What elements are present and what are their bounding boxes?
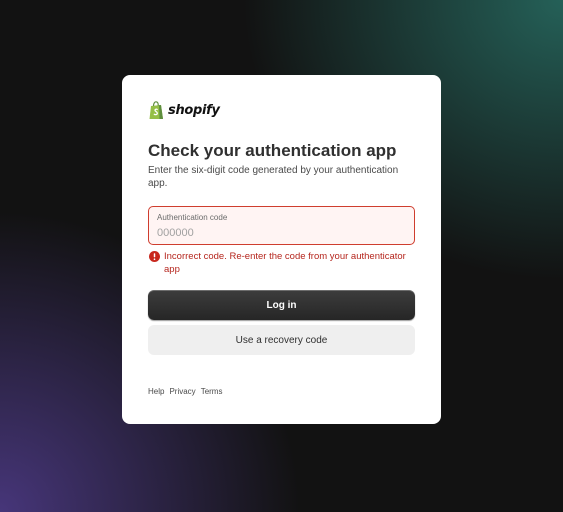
authentication-code-label: Authentication code (157, 213, 228, 222)
error-circle-icon (149, 251, 160, 262)
page-title: Check your authentication app (148, 141, 397, 160)
shopify-logo: shopify (148, 101, 220, 120)
use-recovery-code-button[interactable]: Use a recovery code (148, 325, 415, 355)
shopify-bag-icon (149, 101, 163, 119)
login-card: shopify Check your authentication app En… (122, 75, 441, 424)
login-button[interactable]: Log in (148, 290, 415, 320)
error-text: Incorrect code. Re-enter the code from y… (164, 251, 406, 275)
privacy-link[interactable]: Privacy (169, 387, 195, 396)
help-link[interactable]: Help (148, 387, 164, 396)
page-subtitle: Enter the six-digit code generated by yo… (148, 165, 399, 189)
terms-link[interactable]: Terms (201, 387, 223, 396)
error-message: Incorrect code. Re-enter the code from y… (149, 250, 409, 276)
brand-name: shopify (168, 103, 220, 118)
authentication-code-input[interactable] (157, 225, 397, 241)
footer-links: Help Privacy Terms (148, 387, 222, 396)
authentication-code-field[interactable]: Authentication code (148, 206, 415, 245)
